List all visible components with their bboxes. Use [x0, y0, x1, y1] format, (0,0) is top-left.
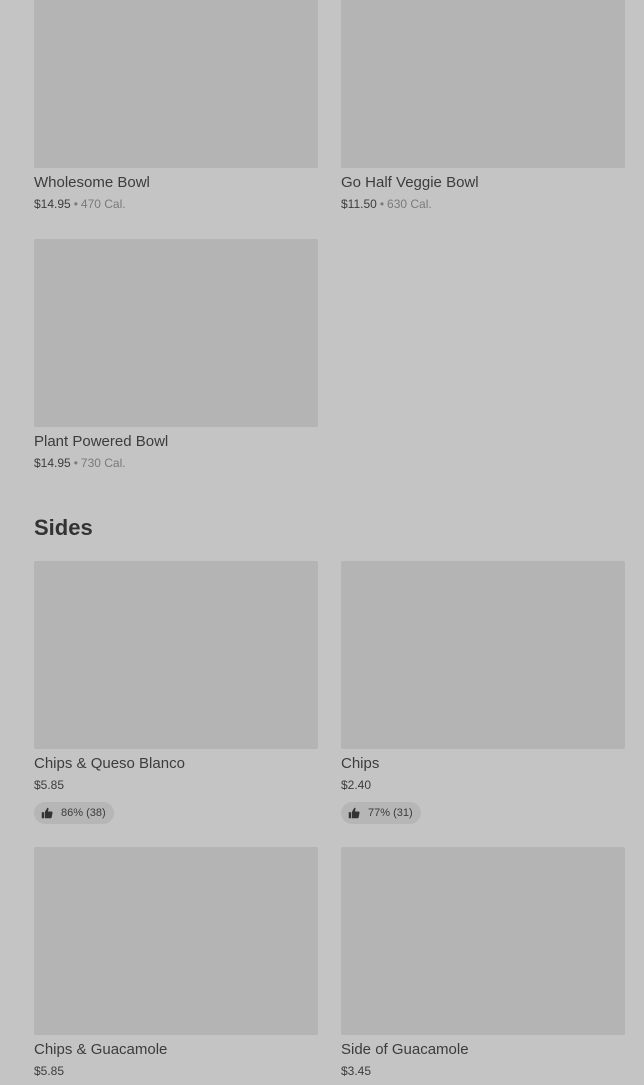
menu-item-image: [341, 847, 625, 1035]
rating-text: 86% (38): [61, 807, 106, 819]
menu-item-price: $14.95: [34, 197, 71, 211]
menu-item-card[interactable]: Side of Guacamole $3.45: [341, 847, 625, 1079]
menu-item-price: $5.85: [34, 778, 65, 792]
menu-item-name: Chips & Queso Blanco: [34, 755, 185, 772]
menu-item-card[interactable]: Go Half Veggie Bowl $11.50 • 630 Cal.: [341, 0, 625, 212]
menu-item-card[interactable]: Chips & Queso Blanco $5.85 86% (38): [34, 561, 318, 824]
rating-text: 77% (31): [368, 807, 413, 819]
menu-item-price: $11.50: [341, 197, 377, 211]
menu-item-image: [34, 847, 318, 1035]
menu-item-calories: 630 Cal.: [387, 197, 432, 211]
section-title-sides: Sides: [34, 515, 93, 540]
menu-item-image: [341, 0, 625, 168]
menu-item-meta: $11.50 • 630 Cal.: [341, 196, 625, 212]
menu-item-name: Chips: [341, 755, 380, 772]
menu-item-image: [34, 561, 318, 749]
menu-item-meta: $5.85: [34, 777, 318, 793]
meta-separator: •: [73, 197, 78, 211]
menu-item-meta: $14.95 • 470 Cal.: [34, 196, 318, 212]
meta-separator: •: [379, 197, 385, 211]
menu-item-card[interactable]: Wholesome Bowl $14.95 • 470 Cal.: [34, 0, 318, 212]
menu-item-card[interactable]: Chips & Guacamole $5.85: [34, 847, 318, 1079]
menu-item-price: $5.85: [34, 1064, 65, 1078]
menu-item-meta: $14.95 • 730 Cal.: [34, 455, 318, 471]
menu-item-image: [341, 561, 625, 749]
menu-item-name: Plant Powered Bowl: [34, 433, 169, 450]
menu-item-meta: $3.45: [341, 1063, 625, 1079]
rating-badge: 86% (38): [34, 802, 114, 824]
rating-badge: 77% (31): [341, 802, 421, 824]
menu-item-price: $14.95: [34, 456, 71, 470]
menu-item-image: [34, 239, 318, 427]
meta-separator: •: [73, 456, 78, 470]
menu-item-image: [34, 0, 318, 168]
menu-item-meta: $5.85: [34, 1063, 318, 1079]
menu-item-price: $3.45: [341, 1064, 372, 1078]
thumbs-up-icon: [348, 807, 360, 819]
menu-item-meta: $2.40: [341, 777, 625, 793]
menu-item-calories: 470 Cal.: [80, 197, 126, 211]
menu-item-card[interactable]: Plant Powered Bowl $14.95 • 730 Cal.: [34, 239, 318, 471]
thumbs-up-icon: [41, 807, 53, 819]
menu-item-calories: 730 Cal.: [80, 456, 126, 470]
menu-item-name: Side of Guacamole: [341, 1041, 469, 1058]
menu-item-name: Wholesome Bowl: [34, 174, 150, 191]
menu-page: Wholesome Bowl $14.95 • 470 Cal. Go Half V…: [0, 0, 644, 1085]
menu-item-price: $2.40: [341, 778, 372, 792]
menu-item-card[interactable]: Chips $2.40 77% (31): [341, 561, 625, 824]
menu-item-name: Chips & Guacamole: [34, 1041, 168, 1058]
menu-item-name: Go Half Veggie Bowl: [341, 174, 479, 191]
